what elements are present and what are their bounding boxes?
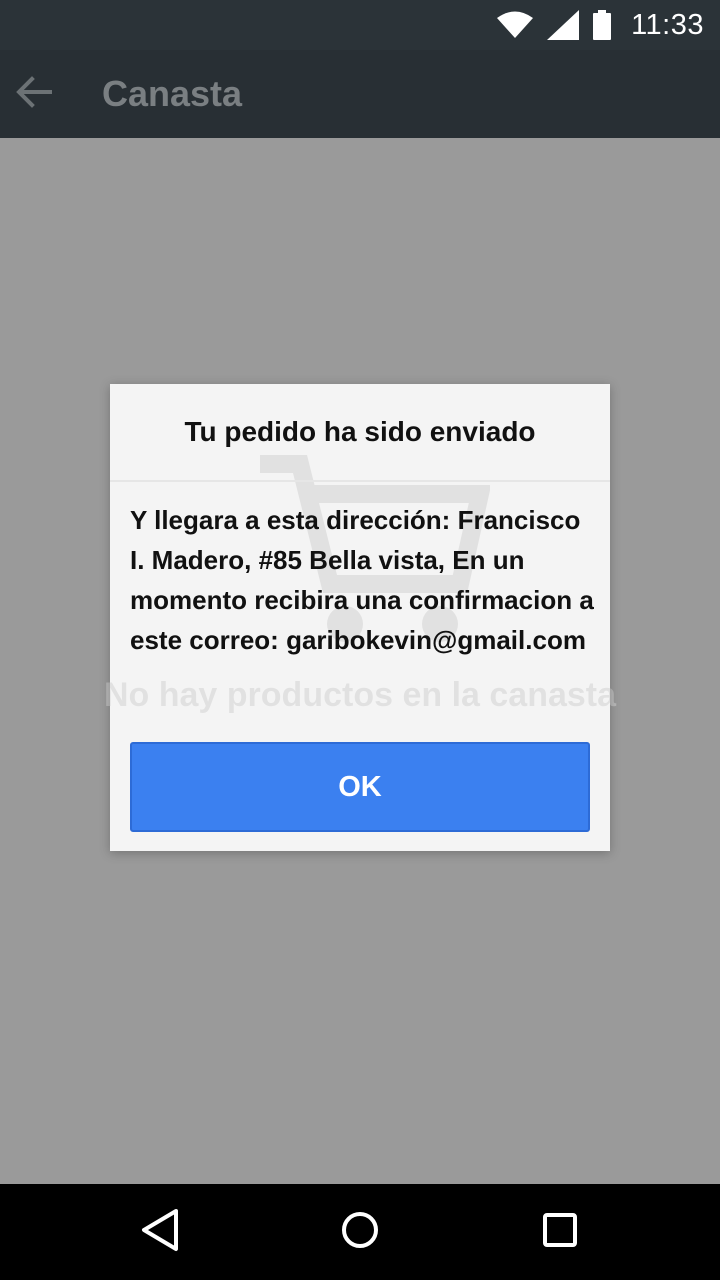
nav-recents-button[interactable]	[532, 1204, 588, 1260]
dialog-divider	[110, 480, 610, 482]
nav-recents-icon	[542, 1212, 578, 1253]
dialog-title: Tu pedido ha sido enviado	[184, 416, 536, 447]
order-sent-dialog: No hay productos en la canasta Tu pedido…	[110, 384, 610, 851]
empty-cart-text-ghost: No hay productos en la canasta	[110, 676, 610, 714]
nav-home-icon	[340, 1210, 380, 1255]
nav-back-icon	[140, 1208, 180, 1257]
nav-back-button[interactable]	[132, 1204, 188, 1260]
dialog-message: Y llegara a esta dirección: Francisco I.…	[130, 505, 594, 655]
system-nav-bar	[0, 1184, 720, 1280]
nav-home-button[interactable]	[332, 1204, 388, 1260]
ok-button[interactable]: OK	[130, 742, 590, 832]
